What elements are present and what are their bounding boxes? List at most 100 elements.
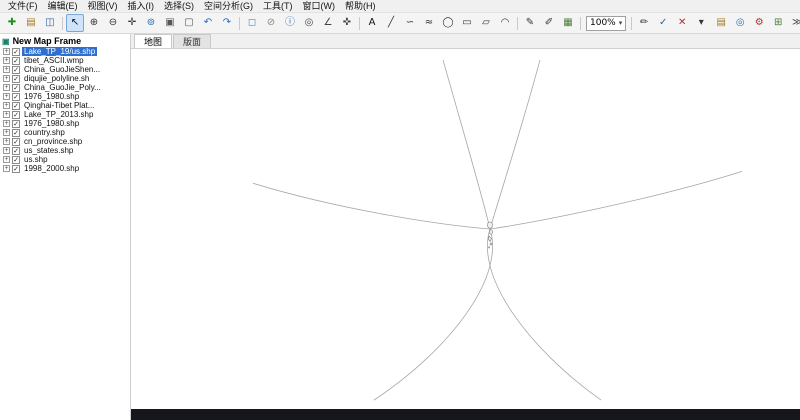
expander-icon[interactable]: + bbox=[3, 75, 10, 82]
arc-tool-button[interactable]: ◠ bbox=[496, 14, 514, 32]
menu-tools[interactable]: 工具(T) bbox=[258, 0, 298, 12]
select-features-button[interactable]: ◻ bbox=[243, 14, 261, 32]
layer-item[interactable]: + ✓ us.shp bbox=[0, 155, 130, 164]
expander-icon[interactable]: + bbox=[3, 111, 10, 118]
layer-visibility-checkbox[interactable]: ✓ bbox=[12, 119, 20, 128]
expander-icon[interactable]: + bbox=[3, 84, 10, 91]
layer-visibility-checkbox[interactable]: ✓ bbox=[12, 56, 20, 65]
layer-item[interactable]: + ✓ cn_province.shp bbox=[0, 137, 130, 146]
expander-icon[interactable]: + bbox=[3, 93, 10, 100]
map-canvas[interactable] bbox=[131, 49, 800, 420]
layer-visibility-checkbox[interactable]: ✓ bbox=[12, 137, 20, 146]
line-tool-button[interactable]: ╱ bbox=[382, 14, 400, 32]
layer-item[interactable]: + ✓ 1998_2000.shp bbox=[0, 164, 130, 173]
menu-window[interactable]: 窗口(W) bbox=[298, 0, 341, 12]
toolbar-separator bbox=[580, 16, 581, 30]
go-to-xy-button[interactable]: ✜ bbox=[338, 14, 356, 32]
expander-icon[interactable]: + bbox=[3, 129, 10, 136]
layer-visibility-checkbox[interactable]: ✓ bbox=[12, 65, 20, 74]
expander-icon[interactable]: + bbox=[3, 66, 10, 73]
menu-file[interactable]: 文件(F) bbox=[3, 0, 43, 12]
layer-visibility-checkbox[interactable]: ✓ bbox=[12, 110, 20, 119]
menu-bar: 文件(F) 编辑(E) 视图(V) 插入(I) 选择(S) 空间分析(G) 工具(T) 窗口(… bbox=[0, 0, 800, 13]
measure-button[interactable]: ∠ bbox=[319, 14, 337, 32]
layer-visibility-checkbox[interactable]: ✓ bbox=[12, 47, 20, 56]
menu-insert[interactable]: 插入(I) bbox=[123, 0, 160, 12]
layer-visibility-checkbox[interactable]: ✓ bbox=[12, 92, 20, 101]
editor-pencil-button[interactable]: ✎ bbox=[521, 14, 539, 32]
expander-icon[interactable]: + bbox=[3, 57, 10, 64]
model-builder-button[interactable]: ⊞ bbox=[769, 14, 787, 32]
menu-help[interactable]: 帮助(H) bbox=[340, 0, 381, 12]
layer-item[interactable]: + ✓ 1976_1980.shp bbox=[0, 92, 130, 101]
layer-label: country.shp bbox=[24, 128, 65, 137]
forward-extent-button[interactable]: ↷ bbox=[218, 14, 236, 32]
python-window-button[interactable]: ≫ bbox=[788, 14, 800, 32]
expander-icon[interactable]: + bbox=[3, 147, 10, 154]
catalog-window-button[interactable]: ▤ bbox=[712, 14, 730, 32]
layer-visibility-checkbox[interactable]: ✓ bbox=[12, 155, 20, 164]
save-map-button[interactable]: ◫ bbox=[41, 14, 59, 32]
layer-visibility-checkbox[interactable]: ✓ bbox=[12, 74, 20, 83]
layer-item[interactable]: + ✓ Qinghai-Tibet Plat... bbox=[0, 101, 130, 110]
save-edits-button[interactable]: ✓ bbox=[654, 14, 672, 32]
rectangle-tool-button[interactable]: ▭ bbox=[458, 14, 476, 32]
add-data-button[interactable]: ✚ bbox=[3, 14, 21, 32]
expander-icon[interactable]: + bbox=[3, 138, 10, 145]
layer-visibility-checkbox[interactable]: ✓ bbox=[12, 101, 20, 110]
layer-visibility-checkbox[interactable]: ✓ bbox=[12, 83, 20, 92]
identify-icon: ⓘ bbox=[285, 17, 295, 28]
layer-item[interactable]: + ✓ Lake_TP_19/us.shp bbox=[0, 47, 130, 56]
identify-button[interactable]: ⓘ bbox=[281, 14, 299, 32]
map-line bbox=[442, 59, 491, 230]
sketch-tool-button[interactable]: ✏ bbox=[635, 14, 653, 32]
zoom-out-button[interactable]: ⊖ bbox=[104, 14, 122, 32]
toc-root[interactable]: ▣ New Map Frame bbox=[0, 34, 130, 47]
layer-visibility-checkbox[interactable]: ✓ bbox=[12, 146, 20, 155]
layer-item[interactable]: + ✓ China_GuoJieShen... bbox=[0, 65, 130, 74]
text-tool-button[interactable]: A bbox=[363, 14, 381, 32]
zoom-in-button[interactable]: ⊕ bbox=[85, 14, 103, 32]
expander-icon[interactable]: + bbox=[3, 156, 10, 163]
menu-view[interactable]: 视图(V) bbox=[83, 0, 123, 12]
menu-selection[interactable]: 选择(S) bbox=[159, 0, 199, 12]
layer-item[interactable]: + ✓ diqujie_polyline.sh bbox=[0, 74, 130, 83]
layer-item[interactable]: + ✓ China_GuoJie_Poly... bbox=[0, 83, 130, 92]
menu-spatial-analysis[interactable]: 空间分析(G) bbox=[199, 0, 258, 12]
select-tool-button[interactable]: ↖ bbox=[66, 14, 84, 32]
zoom-level-combo[interactable]: 100% ▾ bbox=[586, 15, 627, 31]
expander-icon[interactable]: + bbox=[3, 120, 10, 127]
open-map-button[interactable]: ▤ bbox=[22, 14, 40, 32]
freehand-tool-button[interactable]: ≈ bbox=[420, 14, 438, 32]
attributes-table-button[interactable]: ▦ bbox=[559, 14, 577, 32]
edit-vertices-button[interactable]: ✐ bbox=[540, 14, 558, 32]
pan-button[interactable]: ✛ bbox=[123, 14, 141, 32]
layer-item[interactable]: + ✓ us_states.shp bbox=[0, 146, 130, 155]
expander-icon[interactable]: + bbox=[3, 48, 10, 55]
toolbox-window-button[interactable]: ⚙ bbox=[750, 14, 768, 32]
layer-visibility-checkbox[interactable]: ✓ bbox=[12, 164, 20, 173]
expander-icon[interactable]: + bbox=[3, 165, 10, 172]
layer-item[interactable]: + ✓ 1976_1980.shp bbox=[0, 119, 130, 128]
tab-layout[interactable]: 版面 bbox=[173, 34, 212, 48]
back-extent-button[interactable]: ↶ bbox=[199, 14, 217, 32]
expander-icon[interactable]: + bbox=[3, 102, 10, 109]
more-tools-dropdown-button[interactable]: ▾ bbox=[692, 14, 710, 32]
circle-tool-button[interactable]: ◯ bbox=[439, 14, 457, 32]
layer-visibility-checkbox[interactable]: ✓ bbox=[12, 128, 20, 137]
full-extent-button[interactable]: ⊚ bbox=[142, 14, 160, 32]
search-window-button[interactable]: ◎ bbox=[731, 14, 749, 32]
stop-editing-button[interactable]: ✕ bbox=[673, 14, 691, 32]
menu-edit[interactable]: 编辑(E) bbox=[43, 0, 83, 12]
layer-item[interactable]: + ✓ country.shp bbox=[0, 128, 130, 137]
layer-item[interactable]: + ✓ tibet_ASCII.wmp bbox=[0, 56, 130, 65]
fixed-zoom-in-button[interactable]: ▣ bbox=[161, 14, 179, 32]
layer-label: us_states.shp bbox=[24, 146, 74, 155]
layer-item[interactable]: + ✓ Lake_TP_2013.shp bbox=[0, 110, 130, 119]
clear-selection-button[interactable]: ⊘ bbox=[262, 14, 280, 32]
polygon-tool-button[interactable]: ▱ bbox=[477, 14, 495, 32]
find-button[interactable]: ◎ bbox=[300, 14, 318, 32]
tab-map[interactable]: 地图 bbox=[134, 34, 173, 48]
curve-tool-button[interactable]: ∽ bbox=[401, 14, 419, 32]
fixed-zoom-out-button[interactable]: ▢ bbox=[180, 14, 198, 32]
